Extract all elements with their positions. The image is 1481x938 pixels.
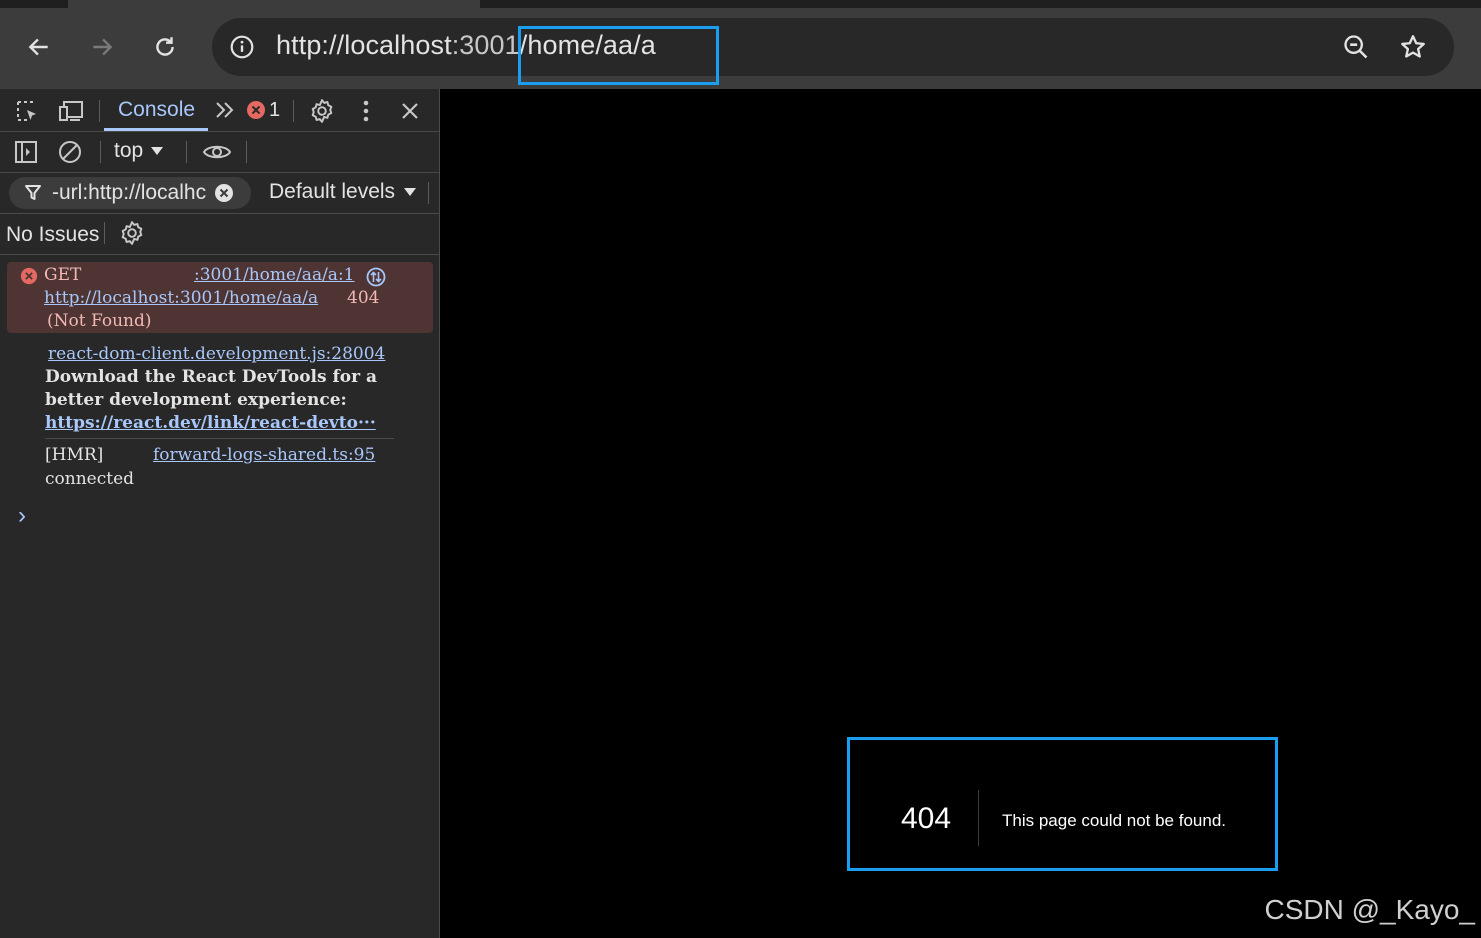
log-levels-label: Default levels: [269, 180, 396, 203]
filter-icon: [25, 185, 41, 200]
error-status-text: (Not Found): [47, 311, 152, 331]
prompt-chevron-icon: ›: [18, 502, 26, 529]
browser-toolbar: http://localhost:3001/home/aa/a: [0, 8, 1481, 89]
inspect-element-button[interactable]: [13, 97, 41, 125]
device-toolbar-button[interactable]: [57, 97, 85, 125]
close-devtools-button[interactable]: [396, 97, 424, 125]
log-prefix: [HMR]: [45, 445, 104, 465]
error-status: 404: [347, 288, 380, 308]
show-sidebar-button[interactable]: [12, 138, 40, 166]
log-levels-dropdown[interactable]: Default levels: [269, 178, 417, 206]
tab-strip: [0, 0, 1481, 8]
url-path-highlight: [518, 26, 719, 85]
error-counter[interactable]: 1: [246, 99, 286, 121]
url-host: http://localhost: [276, 30, 452, 60]
more-options-button[interactable]: [353, 97, 379, 125]
sidebar-toggle-icon: [15, 141, 37, 163]
device-toolbar-icon: [59, 101, 83, 121]
error-url-link[interactable]: http://localhost:3001/home/aa/a: [44, 287, 318, 310]
reload-icon: [156, 37, 174, 56]
react-devtools-link[interactable]: https://react.dev/link/react-devto···: [45, 412, 376, 435]
tab-console[interactable]: Console: [104, 89, 208, 131]
clear-filter-icon: [215, 184, 233, 202]
console-prompt[interactable]: ›: [0, 502, 439, 532]
forward-icon: [93, 38, 113, 56]
error-source-link[interactable]: :3001/home/aa/a:1: [194, 264, 355, 287]
error-code: 404: [901, 802, 952, 835]
devtools-tabbar: Console 1: [0, 89, 439, 132]
kebab-menu-icon: [363, 100, 369, 122]
url-port: :3001: [451, 30, 520, 60]
watermark: CSDN @_Kayo_: [1264, 894, 1475, 925]
log-text: connected: [45, 469, 135, 489]
site-info-icon: [230, 35, 254, 59]
back-button[interactable]: [19, 27, 59, 67]
tab-console-label: Console: [118, 98, 196, 121]
info-source-link[interactable]: react-dom-client.development.js:28004: [48, 343, 385, 366]
dropdown-arrow-icon: [404, 188, 417, 196]
dropdown-arrow-icon: [151, 147, 164, 155]
forward-button[interactable]: [82, 27, 122, 67]
console-settings-button[interactable]: [118, 219, 146, 247]
settings-button[interactable]: [308, 97, 336, 125]
reload-button[interactable]: [145, 27, 185, 67]
live-expression-button[interactable]: [201, 138, 233, 166]
not-found-highlight: 404 This page could not be found.: [847, 737, 1278, 871]
log-source-link[interactable]: forward-logs-shared.ts:95: [153, 444, 375, 467]
bookmark-button[interactable]: [1393, 27, 1433, 67]
console-log-message: [HMR] forward-logs-shared.ts:95 connecte…: [0, 443, 439, 493]
live-expression-icon: [202, 145, 232, 159]
close-icon: [402, 103, 418, 119]
error-message: This page could not be found.: [1002, 811, 1226, 830]
network-request-icon[interactable]: [366, 267, 386, 287]
request-method: GET: [44, 265, 82, 285]
bookmark-star-icon: [1401, 35, 1425, 58]
back-icon: [28, 38, 48, 56]
info-text-line2: better development experience:: [45, 390, 347, 410]
filter-bar: -url:http://localhc Default levels: [0, 172, 439, 214]
context-label: top: [114, 139, 144, 162]
clear-filter-button[interactable]: [214, 183, 234, 203]
error-divider: [978, 790, 979, 846]
clear-console-button[interactable]: [56, 138, 84, 166]
console-info-message: react-dom-client.development.js:28004 Do…: [0, 342, 439, 439]
issues-bar: No Issues: [0, 213, 439, 255]
info-text-line1: Download the React DevTools for a: [45, 367, 378, 387]
more-tabs-icon: [216, 102, 234, 118]
console-error-message: GET :3001/home/aa/a:1 http://localhost:3…: [7, 262, 433, 333]
inspect-element-icon: [17, 101, 36, 121]
address-bar[interactable]: http://localhost:3001/home/aa/a: [212, 18, 1454, 76]
console-toolbar: top: [0, 131, 439, 173]
settings-icon: [121, 221, 143, 245]
browser-tab[interactable]: [68, 0, 480, 8]
error-icon: [247, 101, 265, 119]
zoom-icon: [1344, 35, 1368, 59]
error-icon: [20, 267, 38, 285]
filter-text: -url:http://localhc: [52, 181, 207, 204]
issues-label[interactable]: No Issues: [6, 223, 99, 247]
clear-console-icon: [59, 141, 81, 163]
more-tabs-button[interactable]: [213, 98, 237, 122]
devtools-panel: Console 1 top -url:http://localhc Defaul…: [0, 89, 440, 938]
settings-icon: [311, 99, 333, 123]
zoom-button[interactable]: [1336, 27, 1376, 67]
site-info-button[interactable]: [222, 27, 262, 67]
message-divider: [45, 438, 394, 439]
filter-input[interactable]: -url:http://localhc: [9, 177, 251, 209]
context-selector[interactable]: top: [114, 137, 164, 165]
error-count: 1: [269, 98, 281, 121]
